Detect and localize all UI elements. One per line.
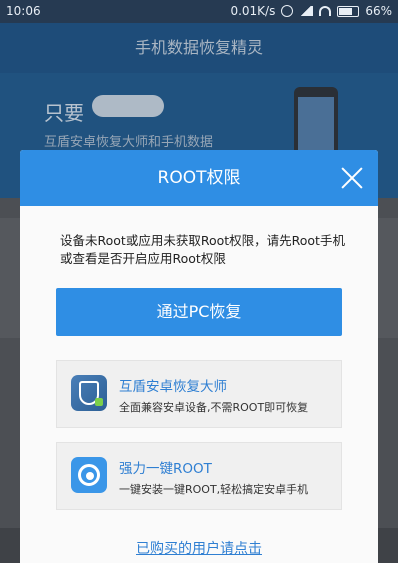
app-title-bar: 手机数据恢复精灵 — [0, 23, 398, 73]
battery-percent: 66% — [365, 4, 392, 18]
status-indicators: 0.01K/s 66% — [230, 4, 392, 18]
dialog-title: ROOT权限 — [157, 168, 241, 188]
dialog-header: ROOT权限 — [20, 150, 378, 206]
alarm-icon — [281, 5, 294, 17]
signal-icon — [299, 6, 314, 16]
app-title: 手机数据恢复精灵 — [134, 38, 263, 57]
option-title: 强力一键ROOT — [119, 461, 212, 477]
option-title: 互盾安卓恢复大师 — [119, 379, 227, 395]
recover-via-pc-button[interactable]: 通过PC恢复 — [56, 288, 342, 336]
wifi-icon — [319, 6, 332, 16]
option-one-click-root[interactable]: 强力一键ROOT 一键安装一键ROOT,轻松搞定安卓手机 — [56, 442, 342, 510]
purchased-users-link[interactable]: 已购买的用户请点击 — [20, 538, 378, 558]
option-description: 一键安装一键ROOT,轻松搞定安卓手机 — [119, 483, 309, 496]
close-icon[interactable] — [334, 160, 370, 196]
dialog-message: 设备未Root或应用未获取Root权限，请先Root手机或查看是否开启应用Roo… — [60, 233, 345, 266]
redaction-scribble — [92, 95, 164, 117]
option-description: 全面兼容安卓设备,不需ROOT即可恢复 — [119, 401, 309, 414]
status-time: 10:06 — [6, 4, 41, 18]
root-permission-dialog: ROOT权限 设备未Root或应用未获取Root权限，请先Root手机或查看是否… — [20, 150, 378, 563]
shield-phone-icon — [71, 375, 107, 411]
status-bar: 10:06 0.01K/s 66% — [0, 0, 398, 23]
banner-subtitle: 互盾安卓恢复大师和手机数据 — [44, 135, 214, 150]
option-hudun-recovery[interactable]: 互盾安卓恢复大师 全面兼容安卓设备,不需ROOT即可恢复 — [56, 360, 342, 428]
battery-icon — [337, 5, 360, 17]
banner-text: 只要 — [44, 101, 84, 125]
network-speed: 0.01K/s — [230, 4, 276, 18]
root-icon — [71, 457, 107, 493]
